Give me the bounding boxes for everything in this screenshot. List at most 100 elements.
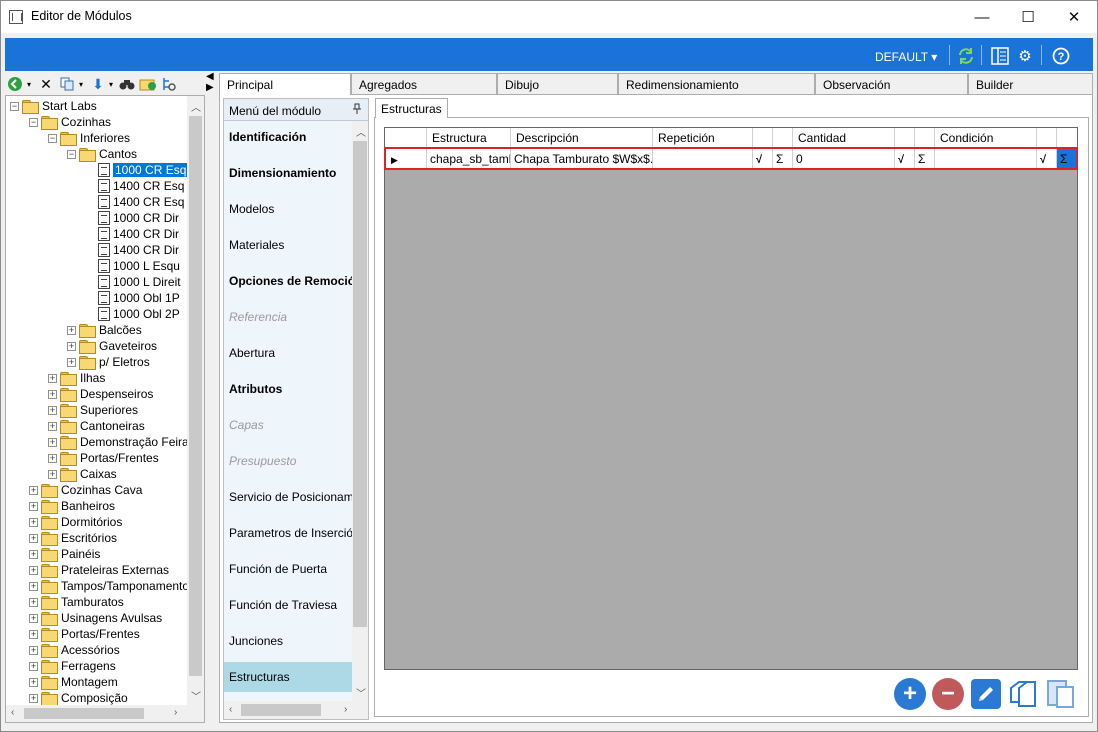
- menu-item[interactable]: Identificación: [224, 122, 352, 152]
- scroll-up-icon[interactable]: ︿: [191, 99, 201, 114]
- tree-folder-item[interactable]: + Cozinhas Cava: [29, 482, 142, 498]
- expand-icon[interactable]: +: [29, 565, 38, 575]
- scroll-left-icon[interactable]: ‹: [11, 707, 14, 718]
- tree-module-item[interactable]: 1400 CR Esq: [86, 194, 184, 210]
- back-icon[interactable]: [7, 75, 23, 93]
- menu-item[interactable]: Función de Puerta: [224, 554, 352, 584]
- splitter[interactable]: ◀ ▶: [206, 71, 218, 93]
- expand-icon[interactable]: +: [48, 405, 57, 415]
- delete-icon[interactable]: ✕: [39, 75, 53, 93]
- expand-icon[interactable]: +: [48, 389, 57, 399]
- expand-icon[interactable]: +: [29, 501, 38, 511]
- scroll-thumb[interactable]: [241, 704, 321, 716]
- chevron-down-icon[interactable]: ▾: [77, 75, 85, 93]
- chevron-down-icon[interactable]: ▾: [107, 75, 115, 93]
- tab-builder[interactable]: Builder: [968, 73, 1093, 94]
- collapse-icon[interactable]: −: [10, 101, 19, 111]
- tree-folder-item[interactable]: + p/ Eletros: [67, 354, 150, 370]
- panel-layout-icon[interactable]: [989, 45, 1011, 67]
- tree-folder-item[interactable]: + Montagem: [29, 674, 118, 690]
- expand-icon[interactable]: +: [29, 581, 38, 591]
- collapse-icon[interactable]: −: [48, 133, 57, 143]
- maximize-button[interactable]: ☐: [1005, 1, 1051, 33]
- minimize-button[interactable]: —: [959, 1, 1005, 33]
- menu-item[interactable]: Dimensionamiento: [224, 158, 352, 188]
- tree-folder-item[interactable]: + Cantoneiras: [48, 418, 145, 434]
- tree-folder-item[interactable]: + Usinagens Avulsas: [29, 610, 162, 626]
- tree-folder-item[interactable]: + Banheiros: [29, 498, 115, 514]
- tree-module-item[interactable]: 1400 CR Esq: [86, 178, 184, 194]
- chevron-down-icon[interactable]: ▾: [25, 75, 33, 93]
- menu-item[interactable]: Junciones: [224, 626, 352, 656]
- menu-item[interactable]: Materiales: [224, 230, 352, 260]
- scroll-down-icon[interactable]: ﹀: [191, 688, 201, 703]
- expand-icon[interactable]: +: [48, 421, 57, 431]
- tab-agregados[interactable]: Agregados: [351, 73, 497, 94]
- copy-icon[interactable]: [59, 75, 75, 93]
- tree-folder-item[interactable]: + Painéis: [29, 546, 100, 562]
- expand-icon[interactable]: +: [29, 661, 38, 671]
- expand-icon[interactable]: +: [29, 693, 38, 703]
- tab-redimensionamiento[interactable]: Redimensionamiento: [618, 73, 815, 94]
- pin-icon[interactable]: [352, 103, 362, 118]
- collapse-left-icon[interactable]: ◀: [206, 71, 218, 82]
- folder-refresh-icon[interactable]: [139, 75, 157, 93]
- tree-folder-item[interactable]: + Ilhas: [48, 370, 105, 386]
- tree-folder-item[interactable]: + Portas/Frentes: [48, 450, 159, 466]
- tree-module-item[interactable]: 1400 CR Dir: [86, 226, 179, 242]
- tree-folder-item[interactable]: − Start Labs: [10, 98, 97, 114]
- tab-observacion[interactable]: Observación: [815, 73, 968, 94]
- tree-folder-item[interactable]: − Cantos: [67, 146, 137, 162]
- tree-folder-item[interactable]: + Escritórios: [29, 530, 117, 546]
- expand-right-icon[interactable]: ▶: [206, 82, 218, 93]
- expand-icon[interactable]: +: [48, 373, 57, 383]
- expand-icon[interactable]: +: [29, 629, 38, 639]
- paste-icon[interactable]: [1045, 678, 1077, 710]
- menu-item[interactable]: Parametros de Inserción: [224, 518, 352, 548]
- collapse-icon[interactable]: −: [29, 117, 38, 127]
- tab-dibujo[interactable]: Dibujo: [497, 73, 618, 94]
- tree-module-item[interactable]: 1000 L Direit: [86, 274, 181, 290]
- menu-item[interactable]: Abertura: [224, 338, 352, 368]
- tab-estructuras[interactable]: Estructuras: [375, 98, 448, 118]
- tree-module-item[interactable]: 1000 CR Dir: [86, 210, 179, 226]
- tree-folder-item[interactable]: + Acessórios: [29, 642, 120, 658]
- column-header-descripcion[interactable]: Descripción: [511, 128, 653, 148]
- scroll-up-icon[interactable]: ︿: [356, 124, 366, 139]
- menu-item[interactable]: Opciones de Remoción: [224, 266, 352, 296]
- expand-icon[interactable]: +: [29, 485, 38, 495]
- tree-folder-item[interactable]: + Composição: [29, 690, 128, 706]
- tree-folder-item[interactable]: + Dormitórios: [29, 514, 122, 530]
- expand-icon[interactable]: +: [67, 357, 76, 367]
- scroll-thumb[interactable]: [24, 708, 144, 719]
- tree-folder-item[interactable]: + Prateleiras Externas: [29, 562, 169, 578]
- add-button[interactable]: +: [894, 678, 926, 710]
- menu-item[interactable]: Función de Traviesa: [224, 590, 352, 620]
- column-header-cantidad[interactable]: Cantidad: [793, 128, 895, 148]
- tree-folder-item[interactable]: + Caixas: [48, 466, 117, 482]
- settings-icon[interactable]: ⚙: [1014, 45, 1036, 67]
- scroll-left-icon[interactable]: ‹: [229, 704, 232, 715]
- expand-icon[interactable]: +: [67, 325, 76, 335]
- expand-icon[interactable]: +: [67, 341, 76, 351]
- remove-button[interactable]: −: [932, 678, 964, 710]
- tree-folder-item[interactable]: + Tamburatos: [29, 594, 124, 610]
- scroll-down-icon[interactable]: ﹀: [356, 685, 366, 700]
- column-header-condicion[interactable]: Condición: [935, 128, 1037, 148]
- tree-folder-item[interactable]: + Gaveteiros: [67, 338, 157, 354]
- tree-folder-item[interactable]: + Demonstração Feira: [48, 434, 189, 450]
- tree-folder-item[interactable]: + Tampos/Tamponamento: [29, 578, 189, 594]
- tree-folder-item[interactable]: + Balcões: [67, 322, 142, 338]
- expand-icon[interactable]: +: [29, 645, 38, 655]
- expand-icon[interactable]: +: [29, 677, 38, 687]
- binoculars-icon[interactable]: [119, 75, 135, 93]
- tab-principal[interactable]: Principal: [219, 73, 351, 95]
- tree-folder-item[interactable]: + Superiores: [48, 402, 138, 418]
- menu-item[interactable]: Servicio de Posicionamiento: [224, 482, 352, 512]
- tree-vertical-scrollbar[interactable]: ︿ ﹀: [187, 96, 204, 705]
- tree-folder-item[interactable]: − Inferiores: [48, 130, 130, 146]
- tree-settings-icon[interactable]: [161, 75, 177, 93]
- collapse-icon[interactable]: −: [67, 149, 76, 159]
- menu-item[interactable]: Atributos: [224, 374, 352, 404]
- scroll-thumb[interactable]: [353, 141, 367, 627]
